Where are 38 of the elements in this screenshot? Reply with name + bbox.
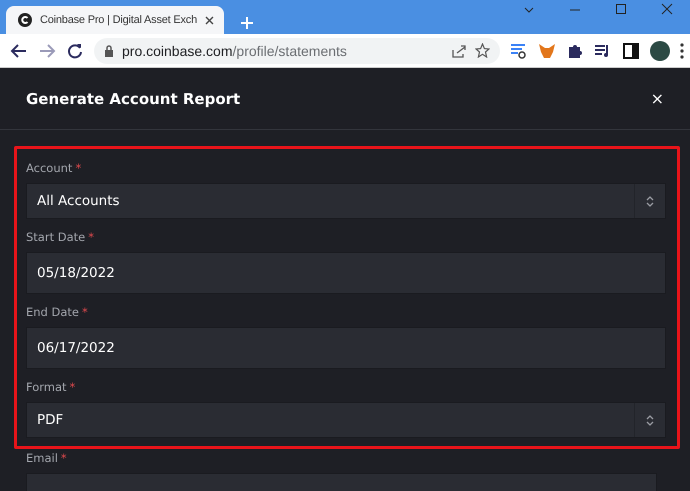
- input-field[interactable]: 05/18/2022: [26, 252, 666, 294]
- close-button[interactable]: ×: [650, 89, 664, 108]
- field-label: Account: [26, 161, 72, 175]
- input-field[interactable]: 06/17/2022: [26, 327, 666, 369]
- select-field[interactable]: All Accounts: [26, 183, 666, 219]
- reload-icon[interactable]: [66, 42, 84, 60]
- fox-icon[interactable]: [538, 42, 556, 60]
- close-icon[interactable]: [205, 16, 214, 24]
- lock-icon: [104, 44, 114, 56]
- share-icon[interactable]: [451, 44, 467, 58]
- chevron-icon: [646, 194, 654, 208]
- modal-title: Generate Account Report: [26, 90, 240, 108]
- link-icon[interactable]: [510, 42, 528, 60]
- select-field[interactable]: PDF: [26, 402, 666, 438]
- field-value: All Accounts: [36, 192, 121, 211]
- field-label: Start Date: [26, 230, 86, 244]
- back-icon[interactable]: [10, 42, 28, 60]
- required-mark: *: [60, 451, 67, 465]
- side-panel-icon[interactable]: [622, 42, 640, 60]
- field-label: Email: [26, 451, 58, 465]
- menu-icon[interactable]: [680, 42, 684, 58]
- field-label: Format: [26, 380, 67, 394]
- forward-icon[interactable]: [38, 42, 56, 60]
- required-mark: *: [82, 305, 88, 319]
- field-value: PDF: [36, 411, 64, 430]
- browser-tab[interactable]: Coinbase Pro | Digital Asset Exch: [6, 6, 224, 34]
- chevron-icon: [646, 414, 654, 426]
- url-text: pro.coinbase.com/profile/statements: [122, 42, 348, 58]
- required-mark: *: [75, 161, 82, 175]
- site-logo-icon: [18, 13, 32, 27]
- required-mark: *: [88, 230, 94, 244]
- tab-title: Coinbase Pro | Digital Asset Exch: [40, 14, 198, 26]
- star-icon[interactable]: [475, 43, 490, 58]
- required-mark: *: [70, 380, 76, 394]
- new-tab-icon[interactable]: [240, 16, 254, 30]
- field-label: End Date: [26, 305, 79, 319]
- avatar[interactable]: [650, 40, 670, 60]
- address-bar[interactable]: pro.coinbase.com/profile/statements: [94, 38, 500, 64]
